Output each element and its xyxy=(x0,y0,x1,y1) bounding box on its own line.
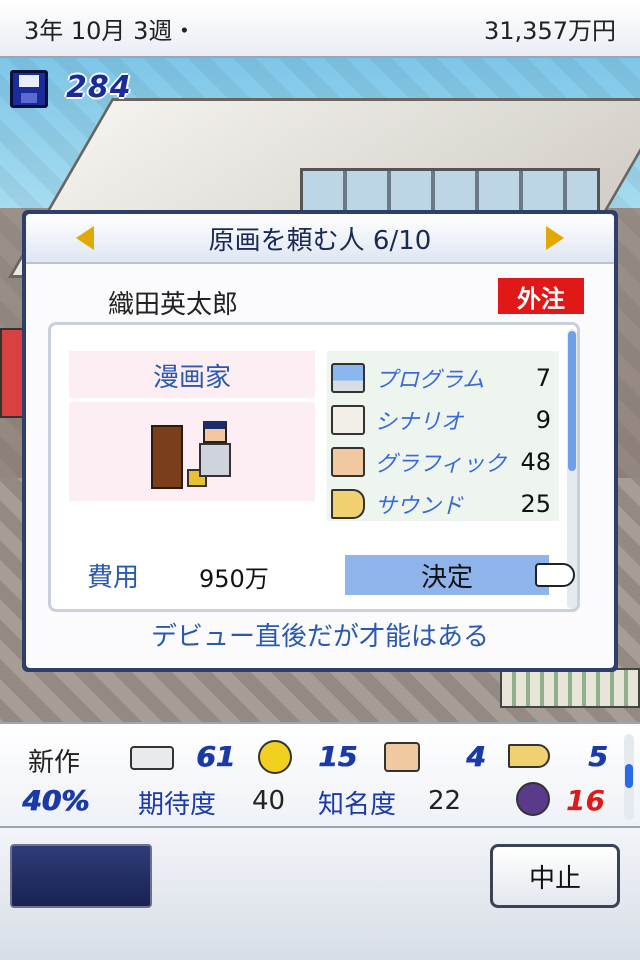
footer-bar: 中止 xyxy=(0,828,640,960)
book-icon xyxy=(331,405,365,435)
stat-row-graphic: グラフィック 48 xyxy=(327,441,559,483)
progress-percent: 40% xyxy=(22,784,90,817)
skill-stats: プログラム 7 シナリオ 9 グラフィック 48 サウンド 25 xyxy=(327,351,559,521)
staff-name: 織田英太郎 xyxy=(108,290,239,320)
expectation-label: 期待度 xyxy=(138,790,217,820)
paintbrush-icon xyxy=(384,742,420,772)
save-count: 284 xyxy=(66,70,132,105)
staff-comment: デビュー直後だが才能はある xyxy=(150,622,489,652)
computer-icon xyxy=(331,363,365,393)
stat-value: 25 xyxy=(520,490,551,518)
dialog-title: 原画を頼む人 6/10 xyxy=(208,225,432,256)
controller-value: 61 xyxy=(196,740,235,773)
fame-value: 22 xyxy=(428,786,462,816)
fame-label: 知名度 xyxy=(318,790,397,820)
stat-label: サウンド xyxy=(375,494,464,519)
stat-value: 9 xyxy=(535,406,551,434)
funds-display: 31,357万円 xyxy=(484,16,616,45)
stat-row-scenario: シナリオ 9 xyxy=(327,399,559,441)
card-scrollbar-thumb[interactable] xyxy=(568,331,576,471)
next-arrow-icon[interactable] xyxy=(546,226,564,250)
coin-value: 15 xyxy=(318,740,357,773)
manga-artist-sprite xyxy=(147,417,243,493)
decide-button[interactable]: 決定 xyxy=(345,555,549,595)
dialog-header: 原画を頼む人 6/10 xyxy=(26,214,614,264)
info-scrollbar-thumb[interactable] xyxy=(625,764,633,788)
cost-value: 950万 xyxy=(199,565,269,593)
job-panel: 漫画家 xyxy=(69,351,315,501)
easel-icon xyxy=(151,425,183,489)
bookshelf xyxy=(500,668,640,708)
stat-label: シナリオ xyxy=(375,410,464,435)
trumpet-value: 5 xyxy=(588,740,608,773)
stat-row-sound: サウンド 25 xyxy=(327,483,559,525)
cost-label: 費用 xyxy=(87,563,140,593)
status-bar: 3年 10月 3週・ 31,357万円 xyxy=(0,0,640,58)
floppy-disk-icon[interactable] xyxy=(10,70,48,108)
stat-row-program: プログラム 7 xyxy=(327,357,559,399)
brush-value: 4 xyxy=(466,740,486,773)
bug-count: 16 xyxy=(566,784,605,817)
trumpet-icon xyxy=(508,744,550,768)
stat-label: プログラム xyxy=(375,368,485,393)
trumpet-icon xyxy=(331,489,365,519)
footer-panel xyxy=(10,844,152,908)
game-date: 3年 10月 3週・ xyxy=(24,16,197,45)
outsource-badge: 外注 xyxy=(498,278,584,314)
pointing-hand-icon xyxy=(535,563,575,587)
controller-icon xyxy=(130,746,174,770)
info-scrollbar[interactable] xyxy=(624,734,634,820)
artist-head xyxy=(203,421,227,443)
expectation-value: 40 xyxy=(252,786,286,816)
staff-card: 漫画家 プログラム 7 シナリオ 9 グラフィック 48 サウンド 25 費用 … xyxy=(48,322,580,612)
cancel-button[interactable]: 中止 xyxy=(490,844,620,908)
job-title: 漫画家 xyxy=(69,357,315,402)
stat-label: グラフィック xyxy=(375,452,507,477)
stat-value: 48 xyxy=(520,448,551,476)
project-info-panel: 新作 40% 61 15 4 5 期待度 40 知名度 22 16 xyxy=(0,722,640,828)
paintbrush-icon xyxy=(331,447,365,477)
new-game-label: 新作 xyxy=(28,748,81,778)
dialog-body: 原画を頼む人 6/10 織田英太郎 外注 漫画家 プログラム 7 シナリオ 9 … xyxy=(26,214,614,668)
staff-select-dialog: 原画を頼む人 6/10 織田英太郎 外注 漫画家 プログラム 7 シナリオ 9 … xyxy=(22,210,618,672)
bug-icon xyxy=(516,782,550,816)
artist-body xyxy=(199,443,231,477)
vending-machine xyxy=(0,328,24,418)
prev-arrow-icon[interactable] xyxy=(76,226,94,250)
stat-value: 7 xyxy=(535,364,551,392)
coin-icon xyxy=(258,740,292,774)
